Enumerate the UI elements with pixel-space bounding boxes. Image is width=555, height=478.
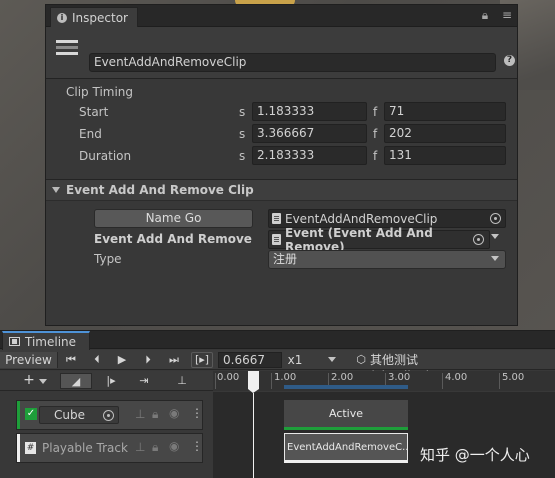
go-to-end-icon[interactable]: ⏭: [165, 352, 183, 368]
event-clip[interactable]: EventAddAndRemoveC...: [284, 433, 408, 463]
start-frames-field[interactable]: 71: [384, 102, 506, 121]
lock-icon[interactable]: 🔒︎: [152, 440, 158, 455]
start-f-unit: f: [373, 105, 378, 119]
ruler-label: 0.00: [217, 372, 240, 383]
menu-icon[interactable]: ≡: [501, 8, 513, 22]
preview-button[interactable]: Preview: [0, 352, 58, 368]
timeline-tab-bar: Timeline: [0, 331, 555, 350]
activation-clip[interactable]: Active: [284, 400, 408, 430]
lock-icon[interactable]: 🔒︎: [152, 407, 158, 422]
end-s-unit: s: [239, 127, 246, 141]
duration-f-unit: f: [373, 149, 378, 163]
tab-timeline-label: Timeline: [25, 334, 77, 349]
type-dropdown-caret-icon: [491, 256, 499, 261]
tab-inspector[interactable]: i Inspector: [50, 7, 138, 27]
foldout-arrow-icon: [52, 187, 60, 193]
clip-timing-title: Clip Timing: [66, 85, 134, 99]
clip-range-indicator: [284, 385, 408, 389]
ruler-label: 4.00: [445, 372, 468, 383]
replace-mode-icon[interactable]: ⇥: [133, 373, 155, 389]
eye-icon[interactable]: ◉: [169, 406, 179, 420]
track-header-playable[interactable]: # Playable Track ⊥ 🔒︎ ◉ ⋮: [16, 433, 203, 463]
tab-timeline[interactable]: Timeline: [2, 331, 90, 350]
ruler-label: 3.00: [388, 372, 411, 383]
playhead-handle[interactable]: [248, 371, 259, 393]
track-header-cube[interactable]: ✓ ⬡ Cube ⊥ 🔒︎ ◉ ⋮: [16, 400, 203, 430]
ripple-mode-icon[interactable]: |▸: [100, 373, 122, 389]
current-time-field[interactable]: 0.6667: [218, 352, 282, 368]
start-seconds-field[interactable]: 1.183333: [252, 102, 367, 121]
asset-cube-icon: ⬡: [356, 353, 366, 366]
name-go-button[interactable]: Name Go: [94, 209, 253, 228]
eye-icon[interactable]: ◉: [169, 439, 179, 453]
event-object-field[interactable]: Event (Event Add And Remove): [268, 226, 490, 254]
duration-s-unit: s: [239, 149, 246, 163]
window-tools: 🔒︎ ≡: [479, 8, 513, 22]
type-label: Type: [94, 252, 122, 266]
ruler-label: 1.00: [274, 372, 297, 383]
track-mute-icon[interactable]: ⊥: [135, 407, 145, 421]
component-foldout-header[interactable]: Event Add And Remove Clip: [46, 179, 517, 201]
ruler-label: 5.00: [502, 372, 525, 383]
timeline-icon: [9, 337, 20, 346]
ruler-label: 2.00: [331, 372, 354, 383]
add-track-caret-icon[interactable]: [39, 379, 47, 384]
go-to-start-icon[interactable]: ⏮: [62, 352, 80, 368]
track-menu-icon[interactable]: ⋮: [191, 406, 203, 420]
playable-script-icon: #: [25, 442, 36, 454]
component-title: Event Add And Remove Clip: [66, 183, 254, 197]
edit-mode-icon[interactable]: ◢: [60, 373, 92, 389]
type-dropdown[interactable]: 注册: [268, 250, 506, 269]
object-picker-icon[interactable]: [490, 213, 501, 224]
event-dropdown-caret-icon[interactable]: [491, 234, 499, 239]
end-seconds-field[interactable]: 3.366667: [252, 124, 367, 143]
lock-icon[interactable]: 🔒︎: [479, 8, 491, 22]
next-frame-icon[interactable]: ⏵: [139, 352, 157, 368]
play-icon[interactable]: ▶: [113, 352, 131, 368]
end-frames-field[interactable]: 202: [384, 124, 506, 143]
info-icon: i: [57, 12, 67, 23]
end-f-unit: f: [373, 127, 378, 141]
watermark-text: 知乎 @一个人心: [420, 446, 530, 464]
track-name-label: Playable Track: [42, 441, 128, 455]
clip-name-field[interactable]: EventAddAndRemoveClip: [89, 53, 496, 72]
help-icon[interactable]: ?: [504, 55, 515, 66]
clip-icon: [56, 40, 78, 60]
track-color-bar: [17, 401, 20, 429]
name-go-value: EventAddAndRemoveClip: [285, 211, 438, 226]
inspector-window: i Inspector 🔒︎ ≡ EventAddAndRemoveClip ?…: [45, 4, 518, 326]
duration-seconds-field[interactable]: 2.183333: [252, 146, 367, 165]
previous-frame-icon[interactable]: ⏴: [88, 352, 106, 368]
inspector-header: EventAddAndRemoveClip ?: [46, 27, 517, 79]
event-file-icon: [272, 234, 281, 245]
track-menu-icon[interactable]: ⋮: [191, 439, 203, 453]
start-s-unit: s: [239, 105, 246, 119]
track-mute-icon[interactable]: ⊥: [135, 440, 145, 454]
start-label: Start: [79, 105, 109, 119]
event-picker-icon[interactable]: [473, 234, 484, 245]
binding-picker-icon[interactable]: [103, 410, 114, 421]
duration-frames-field[interactable]: 131: [384, 146, 506, 165]
checkbox-icon[interactable]: ✓: [25, 408, 37, 420]
snap-pin-icon[interactable]: ⊥: [174, 373, 190, 389]
event-label: Event Add And Remove: [94, 232, 252, 246]
add-track-icon[interactable]: +: [22, 372, 36, 388]
timeline-asset-breadcrumb[interactable]: 其他测试 (Timeline): [370, 352, 482, 383]
inspector-tab-bar: i Inspector 🔒︎ ≡: [46, 5, 517, 27]
tab-inspector-label: Inspector: [72, 10, 128, 25]
timeline-tracks-toolbar: + ◢ |▸ ⇥ ⊥ 0.00 1.00 2.00 3.00 4.00 5.00: [0, 371, 555, 391]
playhead-line: [253, 393, 254, 478]
end-label: End: [79, 127, 102, 141]
track-color-bar: [17, 434, 20, 462]
speed-label[interactable]: x1: [286, 352, 304, 368]
speed-dropdown-caret-icon[interactable]: [328, 357, 336, 362]
script-file-icon: [272, 213, 281, 224]
loop-range-button[interactable]: [▸]: [191, 352, 213, 368]
timeline-playback-toolbar: Preview ⏮ ⏴ ▶ ⏵ ⏭ [▸] 0.6667 x1 ⬡ 其他测试 (…: [0, 350, 555, 383]
duration-label: Duration: [79, 149, 132, 163]
